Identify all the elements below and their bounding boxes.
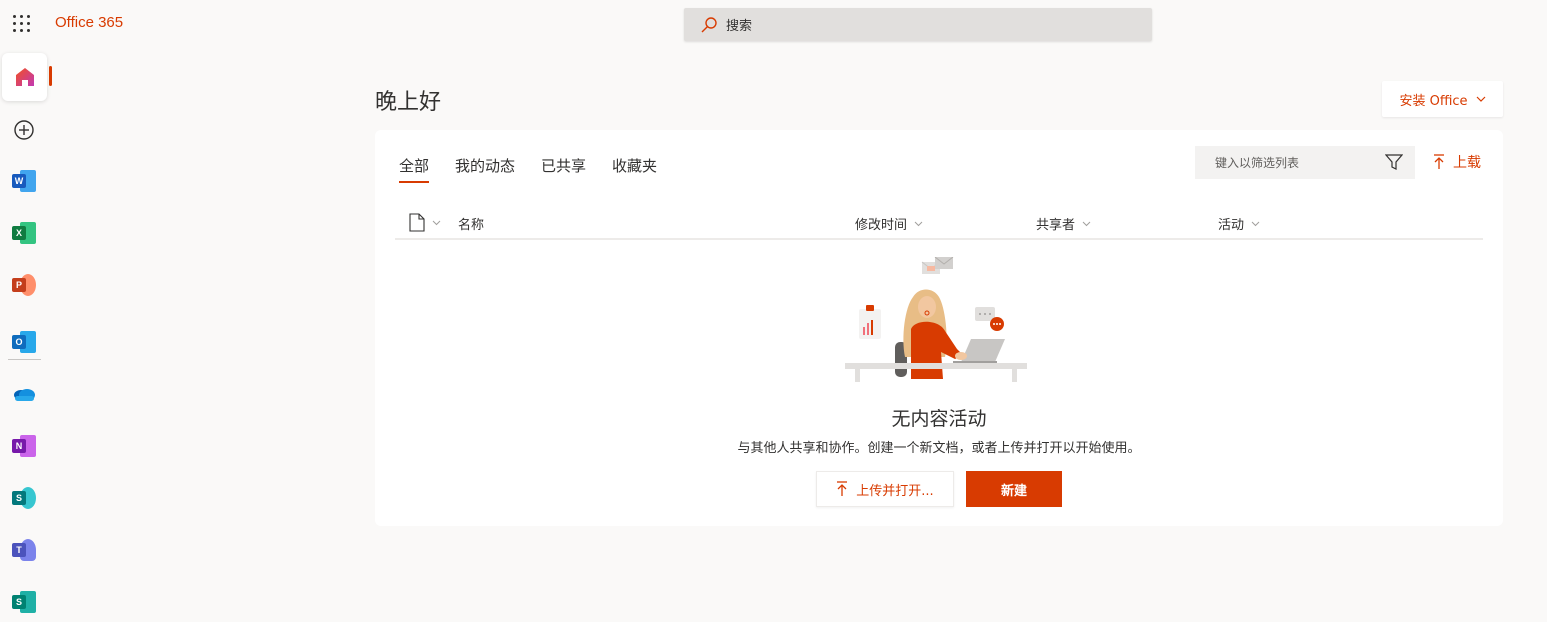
chevron-down-icon (914, 221, 923, 227)
add-circle-icon (14, 120, 34, 140)
tab-my-activity[interactable]: 我的动态 (455, 155, 515, 183)
upload-arrow-icon (837, 481, 848, 496)
chevron-down-icon (432, 220, 441, 226)
rail-word[interactable]: W (0, 157, 48, 205)
filter-icon (1385, 154, 1403, 170)
search-placeholder: 搜索 (726, 19, 753, 34)
column-modified-label: 修改时间 (855, 218, 908, 233)
column-shared-by[interactable]: 共享者 (1036, 214, 1091, 233)
top-bar: Office 365 搜索 (0, 0, 1547, 48)
rail-sharepoint[interactable]: S (0, 474, 48, 522)
app-launcher-icon[interactable] (12, 14, 32, 34)
file-type-column[interactable] (409, 213, 441, 232)
upload-button[interactable]: 上载 (1433, 152, 1481, 172)
sharepoint-icon: S (12, 486, 36, 510)
install-office-label: 安装 Office (1399, 93, 1468, 109)
chevron-down-icon (1251, 221, 1260, 227)
sway-icon: S (12, 590, 36, 614)
tab-shared[interactable]: 已共享 (541, 155, 586, 183)
install-office-button[interactable]: 安装 Office (1382, 81, 1503, 117)
app-rail: W X P O N S T S (0, 48, 48, 622)
table-header: 名称 修改时间 共享者 活动 (395, 208, 1483, 240)
upload-label: 上载 (1453, 155, 1481, 171)
tab-list: 全部 我的动态 已共享 收藏夹 (399, 155, 683, 183)
rail-home[interactable] (2, 53, 47, 101)
upload-arrow-icon (1434, 154, 1444, 169)
onenote-icon: N (12, 434, 36, 458)
chevron-down-icon (1476, 96, 1485, 102)
rail-onenote[interactable]: N (0, 422, 48, 470)
column-modified[interactable]: 修改时间 (855, 214, 923, 233)
documents-card: 全部 我的动态 已共享 收藏夹 键入以筛选列表 上载 名称 修改时间 共享者 活… (375, 130, 1503, 526)
filter-placeholder: 键入以筛选列表 (1215, 156, 1300, 170)
tab-favorites[interactable]: 收藏夹 (612, 155, 657, 183)
rail-powerpoint[interactable]: P (0, 261, 48, 309)
upload-and-open-button[interactable]: 上传并打开... (816, 471, 954, 507)
brand-title[interactable]: Office 365 (55, 14, 123, 31)
column-name-label: 名称 (458, 218, 485, 233)
powerpoint-icon: P (12, 273, 36, 297)
upload-and-open-label: 上传并打开... (856, 483, 934, 499)
chevron-down-icon (1082, 221, 1091, 227)
empty-state-title: 无内容活动 (891, 408, 987, 430)
empty-state-subtitle: 与其他人共享和协作。创建一个新文档，或者上传并打开以开始使用。 (737, 441, 1141, 456)
rail-create[interactable] (0, 106, 48, 154)
filter-input[interactable]: 键入以筛选列表 (1195, 146, 1415, 179)
rail-teams[interactable]: T (0, 526, 48, 574)
new-button[interactable]: 新建 (966, 471, 1062, 507)
rail-active-indicator (49, 66, 52, 86)
rail-outlook[interactable]: O (0, 318, 48, 366)
rail-onedrive[interactable] (0, 370, 48, 418)
excel-icon: X (12, 221, 36, 245)
teams-icon: T (12, 538, 36, 562)
rail-sway[interactable]: S (0, 578, 48, 622)
search-box[interactable]: 搜索 (684, 8, 1152, 41)
empty-state-illustration (845, 257, 1027, 382)
document-icon (409, 213, 425, 232)
search-icon (701, 16, 717, 32)
outlook-icon: O (12, 330, 36, 354)
tab-all[interactable]: 全部 (399, 155, 430, 183)
rail-excel[interactable]: X (0, 209, 48, 257)
onedrive-icon (14, 389, 35, 401)
new-label: 新建 (1000, 483, 1027, 499)
word-icon: W (12, 169, 36, 193)
home-icon (15, 68, 34, 86)
column-name[interactable]: 名称 (458, 214, 484, 233)
column-activity-label: 活动 (1218, 218, 1245, 233)
column-shared-by-label: 共享者 (1036, 218, 1076, 233)
column-activity[interactable]: 活动 (1218, 214, 1260, 233)
page-title: 晚上好 (375, 90, 442, 115)
